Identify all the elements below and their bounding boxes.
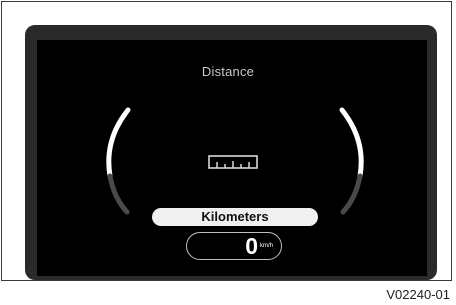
left-gauge-arc-active xyxy=(106,107,131,179)
speed-unit: km/h xyxy=(260,243,274,249)
figure-caption: V02240-01 xyxy=(386,287,450,302)
right-gauge-arc-inactive xyxy=(340,173,363,215)
unit-selection-label[interactable]: Kilometers xyxy=(152,208,318,226)
display-title: Distance xyxy=(201,64,255,79)
right-gauge-arc-active xyxy=(339,107,364,179)
ruler-icon xyxy=(208,155,258,169)
left-gauge-arc-inactive xyxy=(107,173,130,215)
speed-value: 0 xyxy=(245,233,258,259)
